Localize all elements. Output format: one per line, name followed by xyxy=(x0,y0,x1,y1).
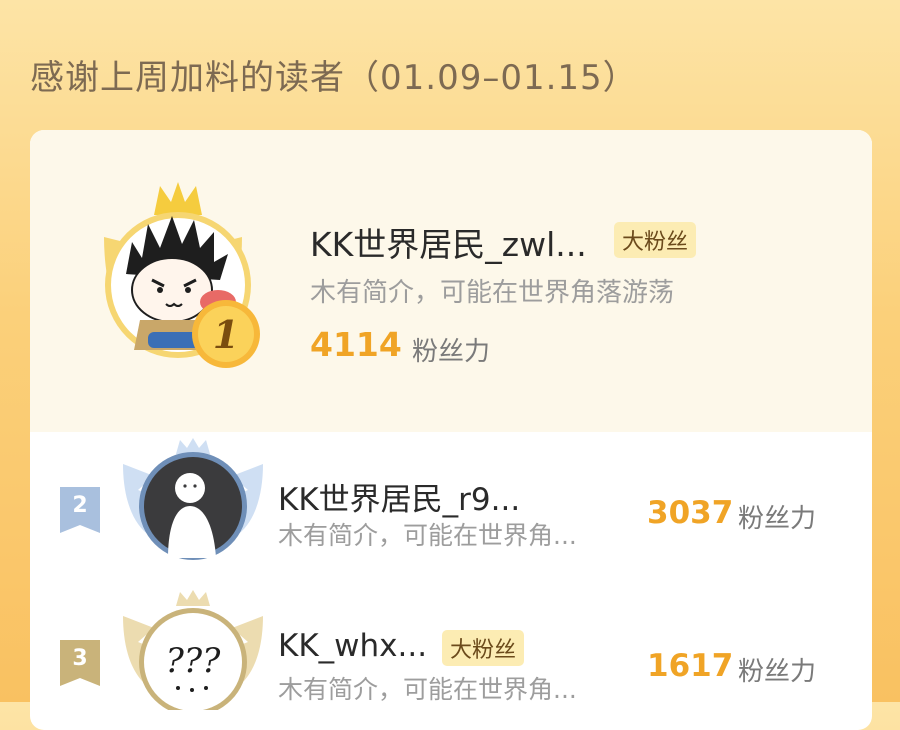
reader-1-name[interactable]: KK世界居民_zwl... xyxy=(310,218,587,266)
question-marks-avatar: ??? xyxy=(166,641,221,681)
reader-2-score-unit: 粉丝力 xyxy=(738,504,817,534)
reader-2-name[interactable]: KK世界居民_r9... xyxy=(278,474,520,519)
reader-3-score-unit: 粉丝力 xyxy=(738,657,817,687)
reader-1-score-unit: 粉丝力 xyxy=(412,337,491,367)
page-title: 感谢上周加料的读者（01.09–01.15） xyxy=(30,58,638,98)
reader-3-badge: 大粉丝 xyxy=(442,630,525,666)
rank-3-ribbon: 3 xyxy=(60,640,100,686)
rank-2-avatar[interactable] xyxy=(118,438,268,568)
reader-2-bio: 木有简介，可能在世界角... xyxy=(278,521,577,550)
reader-3-name[interactable]: KK_whx... xyxy=(278,628,427,664)
crown-icon xyxy=(154,182,202,215)
rank-2-ribbon: 2 xyxy=(60,487,100,533)
rank-2-number: 2 xyxy=(72,493,88,518)
rank-3-number: 3 xyxy=(72,646,88,671)
reader-1-bio: 木有简介，可能在世界角落游荡 xyxy=(310,278,675,308)
leaderboard-card: 1 KK世界居民_zwl... 大粉丝 木有简介，可能在世界角落游荡 4114 … xyxy=(30,130,872,730)
reader-2-score: 3037 xyxy=(647,495,734,531)
reader-3-score: 1617 xyxy=(647,648,734,684)
crown-icon xyxy=(176,590,210,606)
reader-1-badge: 大粉丝 xyxy=(614,222,697,258)
reader-3-bio: 木有简介，可能在世界角... xyxy=(278,675,577,704)
rank-1-avatar[interactable]: 1 xyxy=(68,182,278,382)
rank-3-avatar[interactable]: ??? xyxy=(118,590,268,710)
rank-1-number: 1 xyxy=(213,312,239,357)
reader-1-score: 4114 xyxy=(310,325,402,364)
crown-icon xyxy=(176,438,210,454)
